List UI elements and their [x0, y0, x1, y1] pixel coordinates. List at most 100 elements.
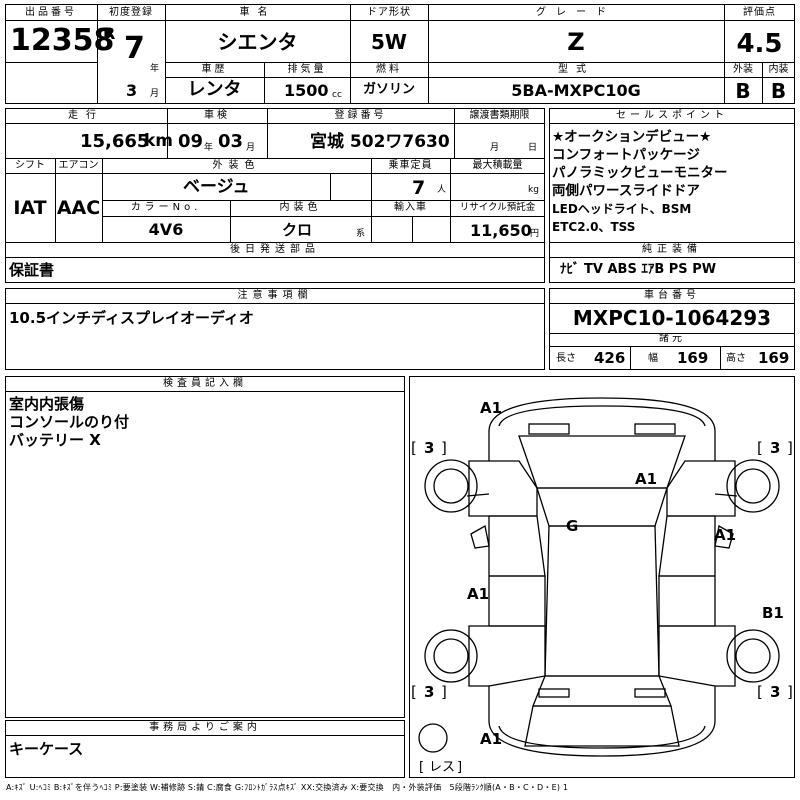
specs-height: 169: [758, 349, 790, 367]
tire-fr-bracket-open: [: [757, 439, 763, 457]
registration-label: 登録番号: [334, 110, 387, 121]
shift-label: シフト: [15, 160, 45, 171]
inspector-label: 検査員記入欄: [163, 378, 247, 389]
inspection-label: 車検: [204, 110, 230, 121]
capacity-unit: 人: [437, 185, 447, 195]
body-outline: [468, 431, 736, 757]
grade-label: グレード: [536, 7, 616, 18]
sales-points-list: ★オークションデビュー★ コンフォートパッケージ パノラミックビューモニター 両…: [552, 128, 794, 236]
first-reg-month: 3: [126, 81, 138, 100]
tire-fl-tread: 3: [424, 439, 435, 457]
car-name: シエンタ: [217, 30, 298, 54]
displacement-value: 1500: [284, 81, 329, 100]
spare-bracket-open: [: [419, 760, 425, 775]
first-reg-year: 7: [124, 31, 145, 66]
left-front-door: [489, 515, 546, 577]
car-diagram: [418, 397, 780, 757]
chassis-label: 車台番号: [644, 290, 700, 301]
right-front-door: [658, 515, 715, 577]
import-label: 輸入車: [394, 202, 427, 213]
sales-point-line: LEDヘッドライト、BSM: [552, 202, 692, 216]
office-label: 事務局よりご案内: [149, 722, 261, 733]
first-reg-label: 初度登録: [109, 7, 153, 18]
damage-mark-hood: A1: [635, 470, 658, 488]
int-color-unit: 系: [356, 229, 366, 239]
registration-value: 宮城 502ワ7630: [310, 132, 450, 152]
inspection-year-unit: 年: [204, 143, 214, 153]
sales-point-line: パノラミックビューモニター: [552, 165, 728, 181]
max-load-unit: kg: [528, 185, 539, 195]
lot-number: 12358: [10, 23, 115, 58]
equipment-label: 純正装備: [642, 244, 702, 255]
damage-mark-left-door: A1: [467, 585, 490, 603]
equipment-value: ﾅﾋﾞ TV ABS ｴｱB PS PW: [560, 262, 717, 277]
damage-mark-right-rear: B1: [762, 604, 784, 622]
mileage-label: 走行: [68, 110, 104, 121]
aircon-label: エアコン: [58, 160, 99, 171]
mileage-value: 15,665: [80, 131, 150, 152]
car-name-label: 車名: [239, 7, 276, 18]
sales-point-line: ETC2.0、TSS: [552, 220, 636, 234]
max-load-label: 最大積載量: [472, 160, 523, 171]
ext-color-value: ベージュ: [183, 177, 250, 197]
tire-rr-tread: 3: [770, 683, 781, 701]
sales-point-line: 両側パワースライドドア: [552, 183, 700, 199]
right-front-fender: [666, 460, 715, 517]
specs-label: 諸元: [659, 333, 685, 344]
specs-height-label: 高さ: [726, 353, 746, 364]
roof: [544, 525, 660, 677]
specs-length: 426: [594, 349, 626, 367]
exterior-grade: B: [735, 79, 751, 103]
tire-fr-tread: 3: [770, 439, 781, 457]
interior-grade-label: 内装: [768, 64, 789, 75]
rear-bumper: [498, 725, 706, 749]
damage-legend: A:ｷｽﾞ U:ﾍｺﾐ B:ｷｽﾞを伴うﾍｺﾐ P:要塗装 W:補修跡 S:錆 …: [6, 783, 569, 792]
first-reg-year-unit: 年: [150, 64, 160, 74]
later-parts-label: 後日発送部品: [230, 244, 320, 255]
fuel-label: 燃料: [376, 64, 402, 75]
recycle-value: 11,650: [470, 221, 532, 240]
specs-width: 169: [677, 349, 709, 367]
tire-rr-bracket-close: ]: [787, 683, 793, 701]
specs-length-label: 長さ: [556, 353, 576, 364]
model-value: 5BA-MXPC10G: [511, 81, 641, 100]
tire-rl-bracket-open: [: [411, 683, 417, 701]
office-value: キーケース: [9, 740, 84, 758]
history-label: 車歴: [201, 64, 228, 75]
inspection-month: 03: [218, 131, 244, 152]
front-bumper: [488, 397, 716, 432]
aircon-value: AAC: [56, 197, 101, 219]
model-label: 型式: [558, 64, 594, 75]
recycle-unit: 円: [530, 229, 540, 239]
left-front-fender: [489, 460, 538, 517]
tire-rr-bracket-open: [: [757, 683, 763, 701]
spare-tire: [418, 723, 448, 753]
sales-points-label: セールスポイント: [616, 110, 728, 121]
tire-rl-bracket-close: ]: [441, 683, 447, 701]
sales-point-line: ★オークションデビュー★: [552, 129, 712, 145]
inspector-line: 室内内張傷: [9, 395, 85, 413]
lot-label: 出品番号: [25, 7, 77, 18]
right-rear-door: [658, 575, 715, 627]
spare-bracket-close: ]: [457, 760, 463, 775]
inspector-notes: 室内内張傷 コンソールのり付 バッテリー X: [9, 395, 129, 449]
windshield: [536, 487, 668, 527]
exterior-grade-label: 外装: [733, 64, 753, 75]
interior-grade: B: [770, 79, 787, 103]
displacement-unit: cc: [332, 90, 342, 100]
fuel-value: ガソリン: [362, 82, 415, 97]
score-label: 評価点: [743, 7, 776, 18]
inspector-line: バッテリー X: [9, 431, 101, 449]
spare-tire-status: レス: [429, 760, 456, 775]
damage-mark-rear-bumper: A1: [480, 730, 503, 748]
inspection-month-unit: 月: [246, 143, 256, 153]
notes-label: 注意事項欄: [237, 290, 313, 301]
tire-fr-bracket-close: ]: [787, 439, 793, 457]
displacement-label: 排気量: [287, 64, 327, 75]
deadline-month-unit: 月: [490, 143, 500, 153]
deadline-label: 譲渡書類期限: [469, 110, 530, 121]
tire-fl-bracket-close: ]: [441, 439, 447, 457]
score-value: 4.5: [736, 29, 783, 59]
shift-value: IAT: [13, 197, 47, 219]
inspection-year: 09: [178, 131, 204, 152]
